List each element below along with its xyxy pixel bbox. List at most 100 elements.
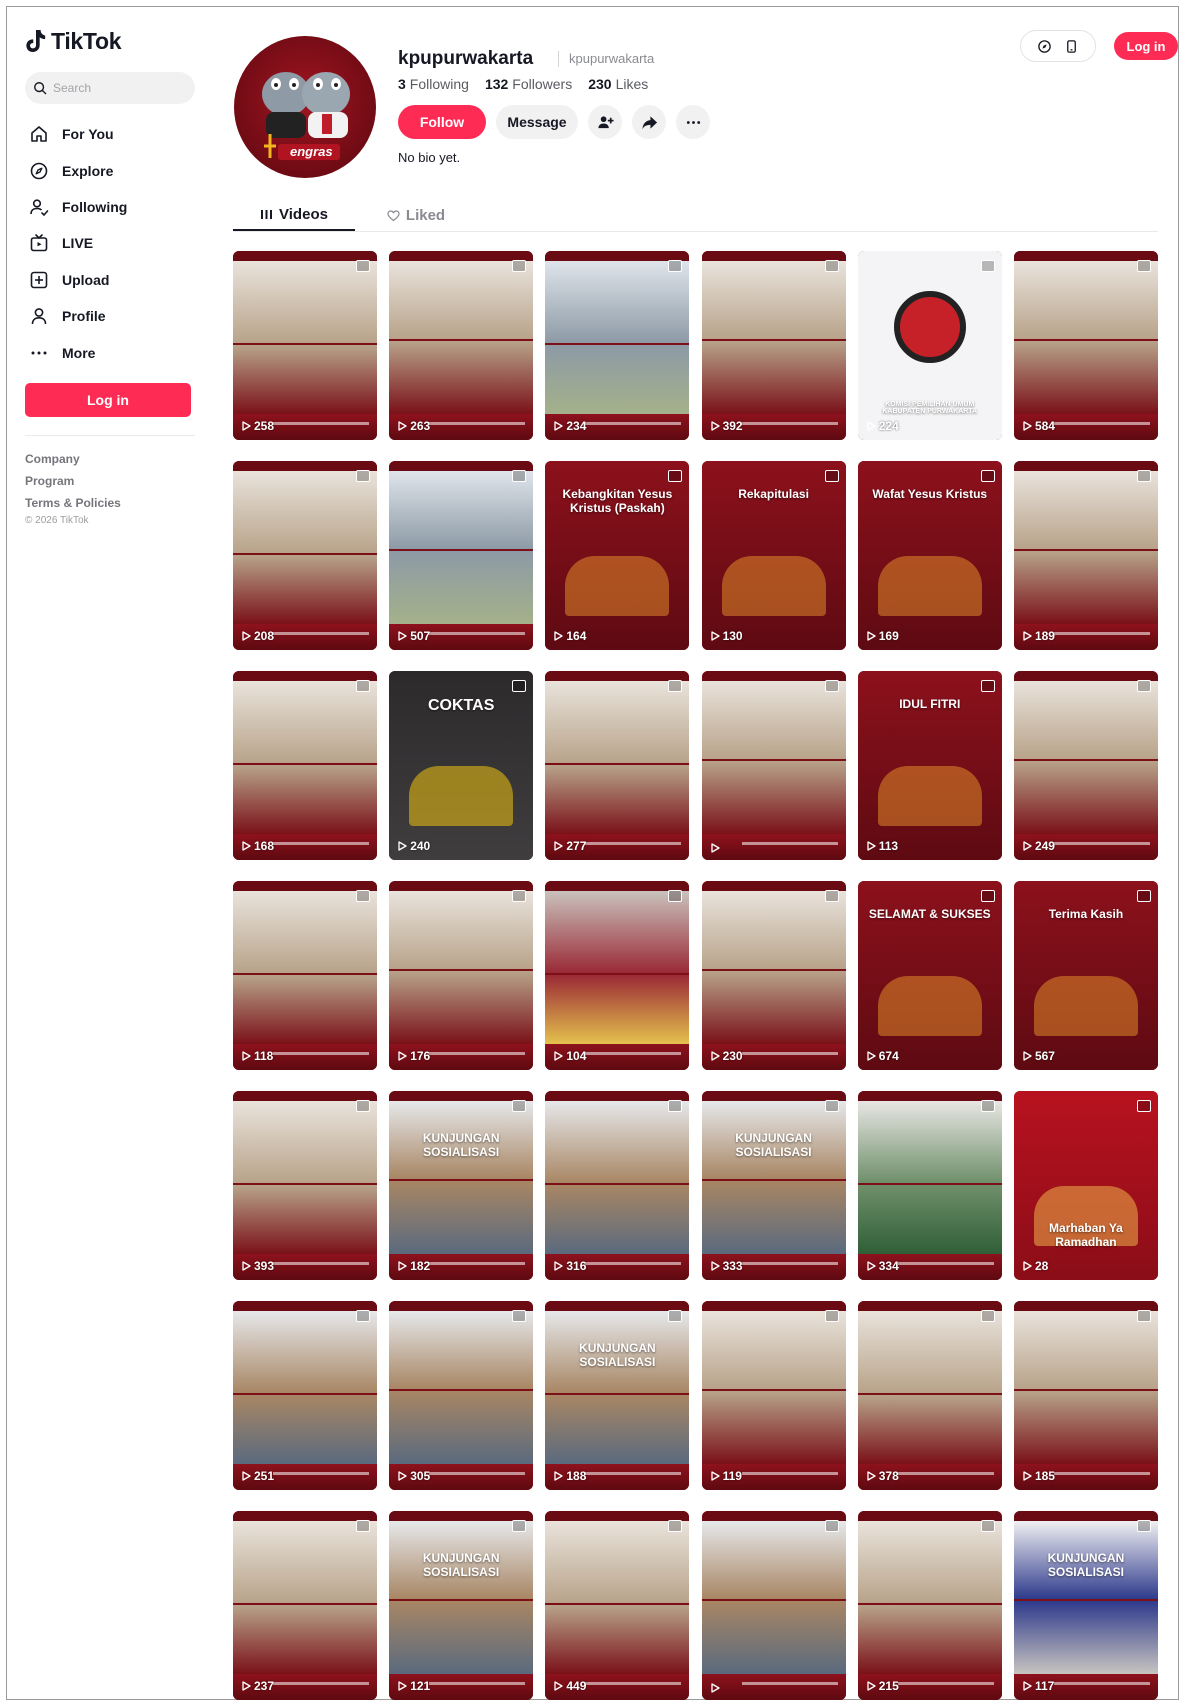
- video-card[interactable]: 277: [545, 671, 690, 860]
- stat-following[interactable]: 3 Following: [398, 76, 469, 92]
- compass-icon[interactable]: [1037, 39, 1052, 54]
- view-count: 164: [554, 629, 586, 643]
- video-card[interactable]: 119: [701, 1301, 846, 1490]
- search-input[interactable]: [53, 81, 183, 95]
- video-card[interactable]: KUNJUNGAN SOSIALISASI 333: [701, 1091, 846, 1280]
- sidebar-login-button[interactable]: Log in: [25, 382, 191, 417]
- suggested-accounts-button[interactable]: [588, 105, 622, 139]
- video-card[interactable]: 334: [857, 1091, 1002, 1280]
- video-thumbnail: [701, 891, 846, 969]
- view-count-value: 507: [410, 629, 431, 643]
- video-card[interactable]: [701, 1511, 846, 1700]
- video-card[interactable]: Rekapitulasi 130: [701, 461, 846, 650]
- video-card[interactable]: 392: [701, 251, 846, 440]
- video-thumbnail-lower: [545, 1605, 690, 1674]
- video-thumbnail-lower: [389, 1601, 534, 1674]
- footer-link-company[interactable]: Company: [25, 448, 195, 470]
- video-card[interactable]: KOMISI PEMILIHAN UMUM KABUPATEN PURWAKAR…: [857, 251, 1002, 440]
- photo-carousel-icon: [668, 890, 683, 902]
- thumbnail-header-band: [857, 1301, 1002, 1311]
- photo-carousel-icon: [1136, 680, 1151, 692]
- tiktok-logo[interactable]: TikTok: [25, 24, 195, 58]
- video-card[interactable]: Wafat Yesus Kristus 169: [857, 461, 1002, 650]
- video-card[interactable]: 208: [233, 461, 377, 650]
- video-thumbnail: [389, 891, 534, 969]
- video-card[interactable]: 168: [233, 671, 377, 860]
- sidebar-item-profile[interactable]: Profile: [25, 298, 195, 334]
- sidebar-item-for-you[interactable]: For You: [25, 116, 195, 152]
- video-card[interactable]: [701, 671, 846, 860]
- more-options-button[interactable]: [676, 105, 710, 139]
- video-card[interactable]: KUNJUNGAN SOSIALISASI 182: [389, 1091, 534, 1280]
- thumbnail-header-band: [233, 671, 377, 681]
- video-card[interactable]: 393: [233, 1091, 377, 1280]
- video-caption: KUNJUNGAN SOSIALISASI: [422, 1551, 500, 1579]
- video-card[interactable]: KUNJUNGAN SOSIALISASI 117: [1013, 1511, 1158, 1700]
- stat-followers[interactable]: 132 Followers: [485, 76, 572, 92]
- follow-button[interactable]: Follow: [398, 105, 486, 139]
- video-card[interactable]: KUNJUNGAN SOSIALISASI 121: [389, 1511, 534, 1700]
- video-card[interactable]: Terima Kasih 567: [1013, 881, 1158, 1070]
- view-count-value: 333: [722, 1259, 743, 1273]
- footer-link-program[interactable]: Program: [25, 470, 195, 492]
- photo-carousel-icon: [356, 1310, 370, 1322]
- video-card[interactable]: 251: [233, 1301, 377, 1490]
- video-card[interactable]: 449: [545, 1511, 690, 1700]
- view-count: 305: [398, 1469, 430, 1483]
- video-card[interactable]: 584: [1013, 251, 1158, 440]
- video-card[interactable]: KUNJUNGAN SOSIALISASI 188: [545, 1301, 690, 1490]
- view-count-value: 188: [566, 1469, 587, 1483]
- video-thumbnail: [701, 681, 846, 759]
- search-box[interactable]: [25, 72, 195, 104]
- followers-label: Followers: [512, 76, 573, 92]
- sidebar-item-upload[interactable]: Upload: [25, 262, 195, 298]
- device-icon[interactable]: [1064, 39, 1079, 54]
- thumbnail-graphic: [877, 976, 982, 1036]
- sidebar-item-live[interactable]: LIVE: [25, 225, 195, 261]
- video-card[interactable]: COKTAS 240: [389, 671, 534, 860]
- video-card[interactable]: 176: [389, 881, 534, 1070]
- tab-videos[interactable]: Videos: [233, 200, 355, 231]
- footer-link-terms[interactable]: Terms & Policies: [25, 492, 195, 514]
- video-card[interactable]: Kebangkitan Yesus Kristus (Paskah) 164: [545, 461, 690, 650]
- view-count-value: 392: [722, 419, 743, 433]
- video-card[interactable]: 258: [233, 251, 377, 440]
- photo-carousel-icon: [512, 890, 527, 902]
- sidebar-item-explore[interactable]: Explore: [25, 152, 195, 188]
- video-card[interactable]: 234: [545, 251, 690, 440]
- play-icon: [710, 843, 720, 853]
- likes-count: 230: [588, 76, 612, 92]
- view-count-value: 378: [878, 1469, 899, 1483]
- video-card[interactable]: SELAMAT & SUKSES 674: [857, 881, 1002, 1070]
- video-card[interactable]: 237: [233, 1511, 377, 1700]
- video-card[interactable]: 185: [1013, 1301, 1158, 1490]
- video-thumbnail: [857, 1101, 1002, 1183]
- video-caption: KOMISI PEMILIHAN UMUM KABUPATEN PURWAKAR…: [882, 401, 978, 415]
- video-card[interactable]: 215: [857, 1511, 1002, 1700]
- play-icon: [867, 631, 876, 641]
- sidebar-item-label: Upload: [62, 271, 110, 288]
- video-card[interactable]: 230: [701, 881, 846, 1070]
- share-button[interactable]: [632, 105, 666, 139]
- sidebar-item-more[interactable]: More: [25, 334, 195, 370]
- video-card[interactable]: 378: [857, 1301, 1002, 1490]
- sidebar-item-following[interactable]: Following: [25, 189, 195, 225]
- view-count: 117: [1023, 1679, 1054, 1693]
- tab-liked[interactable]: Liked: [355, 200, 477, 231]
- video-card[interactable]: 305: [389, 1301, 534, 1490]
- video-card[interactable]: 263: [389, 251, 534, 440]
- video-thumbnail: [1013, 261, 1158, 339]
- video-card[interactable]: 316: [545, 1091, 690, 1280]
- message-button[interactable]: Message: [496, 105, 578, 139]
- video-card[interactable]: 249: [1013, 671, 1158, 860]
- header-login-button[interactable]: Log in: [1114, 32, 1178, 60]
- video-card[interactable]: 189: [1013, 461, 1158, 650]
- view-count-value: 258: [254, 419, 275, 433]
- video-card[interactable]: Marhaban Ya Ramadhan 28: [1013, 1091, 1158, 1280]
- video-card[interactable]: 118: [233, 881, 377, 1070]
- video-card[interactable]: 104: [545, 881, 690, 1070]
- video-card[interactable]: 507: [389, 461, 534, 650]
- view-count-value: 119: [722, 1469, 742, 1483]
- avatar[interactable]: engras: [234, 36, 376, 178]
- video-card[interactable]: IDUL FITRI 113: [857, 671, 1002, 860]
